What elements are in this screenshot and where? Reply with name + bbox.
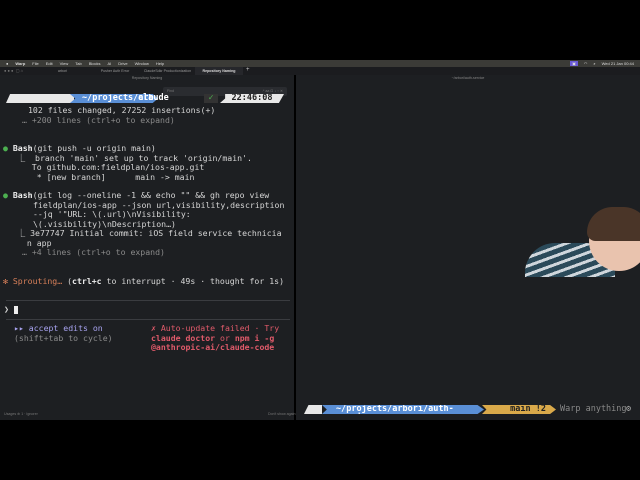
webcam-overlay <box>525 205 640 277</box>
input-cursor[interactable] <box>14 306 18 314</box>
menu-blocks[interactable]: Blocks <box>89 61 101 66</box>
menu-warp[interactable]: Warp <box>15 61 25 66</box>
apple-icon[interactable]: ● <box>6 61 8 66</box>
dont-show-again-link[interactable]: Don't show again <box>268 412 295 416</box>
clock[interactable]: Wed 21 Jan 00:44 <box>602 61 634 66</box>
menu-drive[interactable]: Drive <box>118 61 127 66</box>
right-pane[interactable]: ~/arbori/auth-service ~/projects/arbori/… <box>296 75 640 420</box>
menu-tab[interactable]: Tab <box>75 61 81 66</box>
prompt-cmd: claude <box>138 93 169 103</box>
tab-bar: ● ● ● ▢ ⌂ arbori Pusher Auth Error Claud… <box>0 67 640 75</box>
prompt-branch: main !2 <box>482 405 556 414</box>
tab-arbori[interactable]: arbori <box>35 67 90 75</box>
expand-hint[interactable]: … +200 lines (ctrl+o to expand) <box>22 115 175 126</box>
status-icon[interactable]: ▣ <box>570 61 578 66</box>
output-line: * [new branch] main -> main <box>17 171 195 182</box>
new-tab-button[interactable]: + <box>246 67 250 73</box>
menu-view[interactable]: View <box>60 61 69 66</box>
prompt-start <box>304 405 322 414</box>
menu-edit[interactable]: Edit <box>46 61 53 66</box>
wifi-icon[interactable]: ◠ <box>584 61 588 66</box>
menu-window[interactable]: Window <box>135 61 149 66</box>
warp-input[interactable]: Warp anything <box>560 405 627 414</box>
divider <box>6 300 290 301</box>
search-icon[interactable]: ⌕ <box>593 61 595 66</box>
prompt-status: ✓ <box>204 94 218 103</box>
window-controls[interactable]: ● ● ● ▢ ⌂ <box>4 68 23 73</box>
output-line: ⎿ 3e77747 Initial commit: iOS field serv… <box>17 228 282 238</box>
success-dot-icon: ● <box>3 190 13 200</box>
spinner-icon: ✻ <box>3 276 8 286</box>
tab-pusher-auth-error[interactable]: Pusher Auth Error <box>90 67 140 75</box>
update-package: @anthropic-ai/claude-code <box>151 342 275 352</box>
prompt-start <box>6 94 74 103</box>
menu-file[interactable]: File <box>32 61 38 66</box>
left-pane[interactable]: Repository Naming Find .* aa ⊡ ↓ ↑ ✕ ~/pr… <box>0 75 295 420</box>
mode-hint: (shift+tab to cycle) <box>14 332 113 343</box>
tab-repository-naming[interactable]: Repository Naming <box>195 67 243 75</box>
find-controls[interactable]: .* aa ⊡ ↓ ↑ ✕ <box>262 89 283 93</box>
menu-ai[interactable]: AI <box>107 61 111 66</box>
prompt-time: 22:46:08 <box>220 94 284 103</box>
pane-header: ~/arbori/auth-service <box>451 76 485 80</box>
menu-bar: ● Warp File Edit View Tab Blocks AI Driv… <box>0 60 640 67</box>
success-dot-icon: ● <box>3 143 13 153</box>
expand-hint[interactable]: … +4 lines (ctrl+o to expand) <box>22 247 165 258</box>
prompt-path: ~/projects/arbori/auth-service <box>322 405 484 414</box>
menu-help[interactable]: Help <box>156 61 164 66</box>
status-left[interactable]: Usages ⊕ 1 · Ignorer <box>4 412 38 416</box>
input-prompt: ❯ <box>4 304 9 314</box>
spinner-status: ✻ Sprouting… (ctrl+c to interrupt · 49s … <box>3 276 284 286</box>
pane-header: Repository Naming <box>131 76 163 80</box>
tab-claudesdkr[interactable]: ClaudeSdkr Productionization <box>140 67 195 75</box>
settings-icon[interactable]: ⚙ <box>626 405 631 414</box>
divider <box>6 319 290 320</box>
